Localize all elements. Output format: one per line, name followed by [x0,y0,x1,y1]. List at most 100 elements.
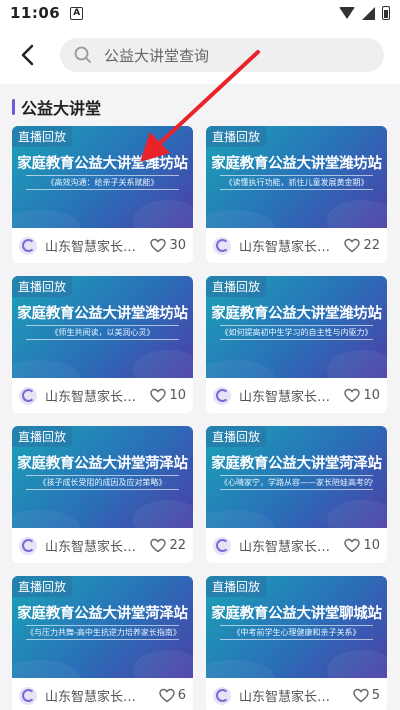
heart-icon [150,238,167,253]
top-bar: 公益大讲堂查询 [0,26,400,84]
heart-icon [344,238,361,253]
replay-badge: 直播回放 [206,126,267,147]
source-name: 山东智慧家长学院 [45,690,137,705]
source-name: 山东智慧家长… [45,540,137,555]
like-button[interactable]: 6 [159,688,186,703]
source-logo-icon [19,686,37,705]
thumb-decoration [12,210,80,228]
thumb-decoration [133,500,193,528]
heart-icon [159,688,175,703]
like-button[interactable]: 30 [150,238,186,253]
like-count: 30 [169,238,186,253]
heart-icon [150,538,167,553]
lecture-headline: 家庭教育公益大讲堂聊城站 [211,606,382,622]
like-count: 5 [371,688,380,703]
source-name: 山东智慧家长… [239,540,331,555]
lecture-thumbnail[interactable]: 直播回放 家庭教育公益大讲堂潍坊站 《读懂执行功能，抓住儿童发展黄金期》 [206,126,387,228]
lecture-thumbnail[interactable]: 直播回放 家庭教育公益大讲堂菏泽站 《心晴家宁，学路从容——家长陪娃高考的情绪自… [206,426,387,528]
back-button[interactable] [16,40,38,70]
status-icons [339,6,390,20]
thumb-decoration [12,360,80,378]
lecture-card[interactable]: 直播回放 家庭教育公益大讲堂菏泽站 《心晴家宁，学路从容——家长陪娃高考的情绪自… [206,426,387,563]
lecture-headline: 家庭教育公益大讲堂潍坊站 [17,156,188,172]
lecture-headline: 家庭教育公益大讲堂菏泽站 [211,456,382,472]
heart-icon [344,388,361,403]
lecture-subtitle: 《中考前学生心理健康和亲子关系》 [220,625,373,640]
source-name: 山东智慧家长… [45,240,137,255]
like-button[interactable]: 5 [353,688,380,703]
source-name: 山东智慧家长… [239,240,331,255]
lecture-card[interactable]: 直播回放 家庭教育公益大讲堂潍坊站 《读懂执行功能，抓住儿童发展黄金期》 山东智… [206,126,387,263]
status-time: 11:06 [10,4,61,22]
lecture-headline: 家庭教育公益大讲堂潍坊站 [17,306,188,322]
lecture-card[interactable]: 直播回放 家庭教育公益大讲堂聊城站 《中考前学生心理健康和亲子关系》 山东智慧家… [206,576,387,710]
thumb-decoration [327,650,387,678]
like-count: 22 [169,538,186,553]
thumb-decoration [327,350,387,378]
lecture-thumbnail[interactable]: 直播回放 家庭教育公益大讲堂菏泽站 《孩子成长受阻的成因及应对策略》 [12,426,193,528]
thumb-decoration [206,510,274,528]
thumb-decoration [133,350,193,378]
thumb-decoration [327,200,387,228]
lecture-subtitle: 《师生共阅读，以美润心灵》 [26,325,179,340]
card-meta: 山东智慧家长… 10 [206,528,387,563]
heart-icon [344,538,361,553]
source-logo-icon [213,236,231,255]
thumb-decoration [206,210,274,228]
lecture-card[interactable]: 直播回放 家庭教育公益大讲堂潍坊站 《高效沟通：给亲子关系赋能》 山东智慧家长…… [12,126,193,263]
lecture-headline: 家庭教育公益大讲堂菏泽站 [17,456,188,472]
replay-badge: 直播回放 [12,126,73,147]
lecture-thumbnail[interactable]: 直播回放 家庭教育公益大讲堂聊城站 《中考前学生心理健康和亲子关系》 [206,576,387,678]
chevron-left-icon [21,44,34,66]
wifi-icon [339,7,355,19]
like-button[interactable]: 10 [344,388,380,403]
card-meta: 山东智慧家长… 22 [206,228,387,263]
lecture-thumbnail[interactable]: 直播回放 家庭教育公益大讲堂潍坊站 《师生共阅读，以美润心灵》 [12,276,193,378]
card-meta: 山东智慧家长学院 6 [12,678,193,710]
lecture-subtitle: 《孩子成长受阻的成因及应对策略》 [26,475,179,490]
like-button[interactable]: 22 [344,238,380,253]
lecture-card[interactable]: 直播回放 家庭教育公益大讲堂潍坊站 《如何提高初中生学习的自主性与内驱力》 山东… [206,276,387,413]
lecture-card[interactable]: 直播回放 家庭教育公益大讲堂菏泽站 《与压力共舞-高中生抗逆力培养家长指南》 山… [12,576,193,710]
like-count: 10 [169,388,186,403]
lecture-subtitle: 《与压力共舞-高中生抗逆力培养家长指南》 [26,625,179,640]
lecture-thumbnail[interactable]: 直播回放 家庭教育公益大讲堂潍坊站 《高效沟通：给亲子关系赋能》 [12,126,193,228]
source-logo-icon [19,236,37,255]
heart-icon [353,688,369,703]
lecture-grid: 直播回放 家庭教育公益大讲堂潍坊站 《高效沟通：给亲子关系赋能》 山东智慧家长…… [0,126,400,710]
search-icon [74,46,91,63]
like-button[interactable]: 10 [150,388,186,403]
lecture-subtitle: 《心晴家宁，学路从容——家长陪娃高考的情绪自治与减压》 [220,475,373,490]
source-name: 山东智慧家长学院 [239,690,331,705]
source-logo-icon [213,686,231,705]
replay-badge: 直播回放 [206,276,267,297]
lecture-subtitle: 《高效沟通：给亲子关系赋能》 [26,175,179,190]
lecture-headline: 家庭教育公益大讲堂潍坊站 [211,306,382,322]
status-bar: 11:06 A [0,0,400,26]
battery-icon [382,6,390,20]
thumb-decoration [133,650,193,678]
lecture-thumbnail[interactable]: 直播回放 家庭教育公益大讲堂潍坊站 《如何提高初中生学习的自主性与内驱力》 [206,276,387,378]
lecture-card[interactable]: 直播回放 家庭教育公益大讲堂菏泽站 《孩子成长受阻的成因及应对策略》 山东智慧家… [12,426,193,563]
lecture-thumbnail[interactable]: 直播回放 家庭教育公益大讲堂菏泽站 《与压力共舞-高中生抗逆力培养家长指南》 [12,576,193,678]
thumb-decoration [12,510,80,528]
like-button[interactable]: 10 [344,538,380,553]
replay-badge: 直播回放 [206,426,267,447]
like-button[interactable]: 22 [150,538,186,553]
card-meta: 山东智慧家长学院 5 [206,678,387,710]
thumb-decoration [133,200,193,228]
thumb-decoration [327,500,387,528]
source-name: 山东智慧家长… [45,390,137,405]
source-name: 山东智慧家长… [239,390,331,405]
search-input[interactable]: 公益大讲堂查询 [60,38,384,72]
lecture-card[interactable]: 直播回放 家庭教育公益大讲堂潍坊站 《师生共阅读，以美润心灵》 山东智慧家长… … [12,276,193,413]
like-count: 10 [363,538,380,553]
thumb-decoration [206,360,274,378]
thumb-decoration [12,660,80,678]
card-meta: 山东智慧家长… 10 [12,378,193,413]
replay-badge: 直播回放 [12,576,73,597]
like-count: 6 [177,688,186,703]
thumb-decoration [206,660,274,678]
lecture-headline: 家庭教育公益大讲堂潍坊站 [211,156,382,172]
section-title: 公益大讲堂 [21,99,102,118]
